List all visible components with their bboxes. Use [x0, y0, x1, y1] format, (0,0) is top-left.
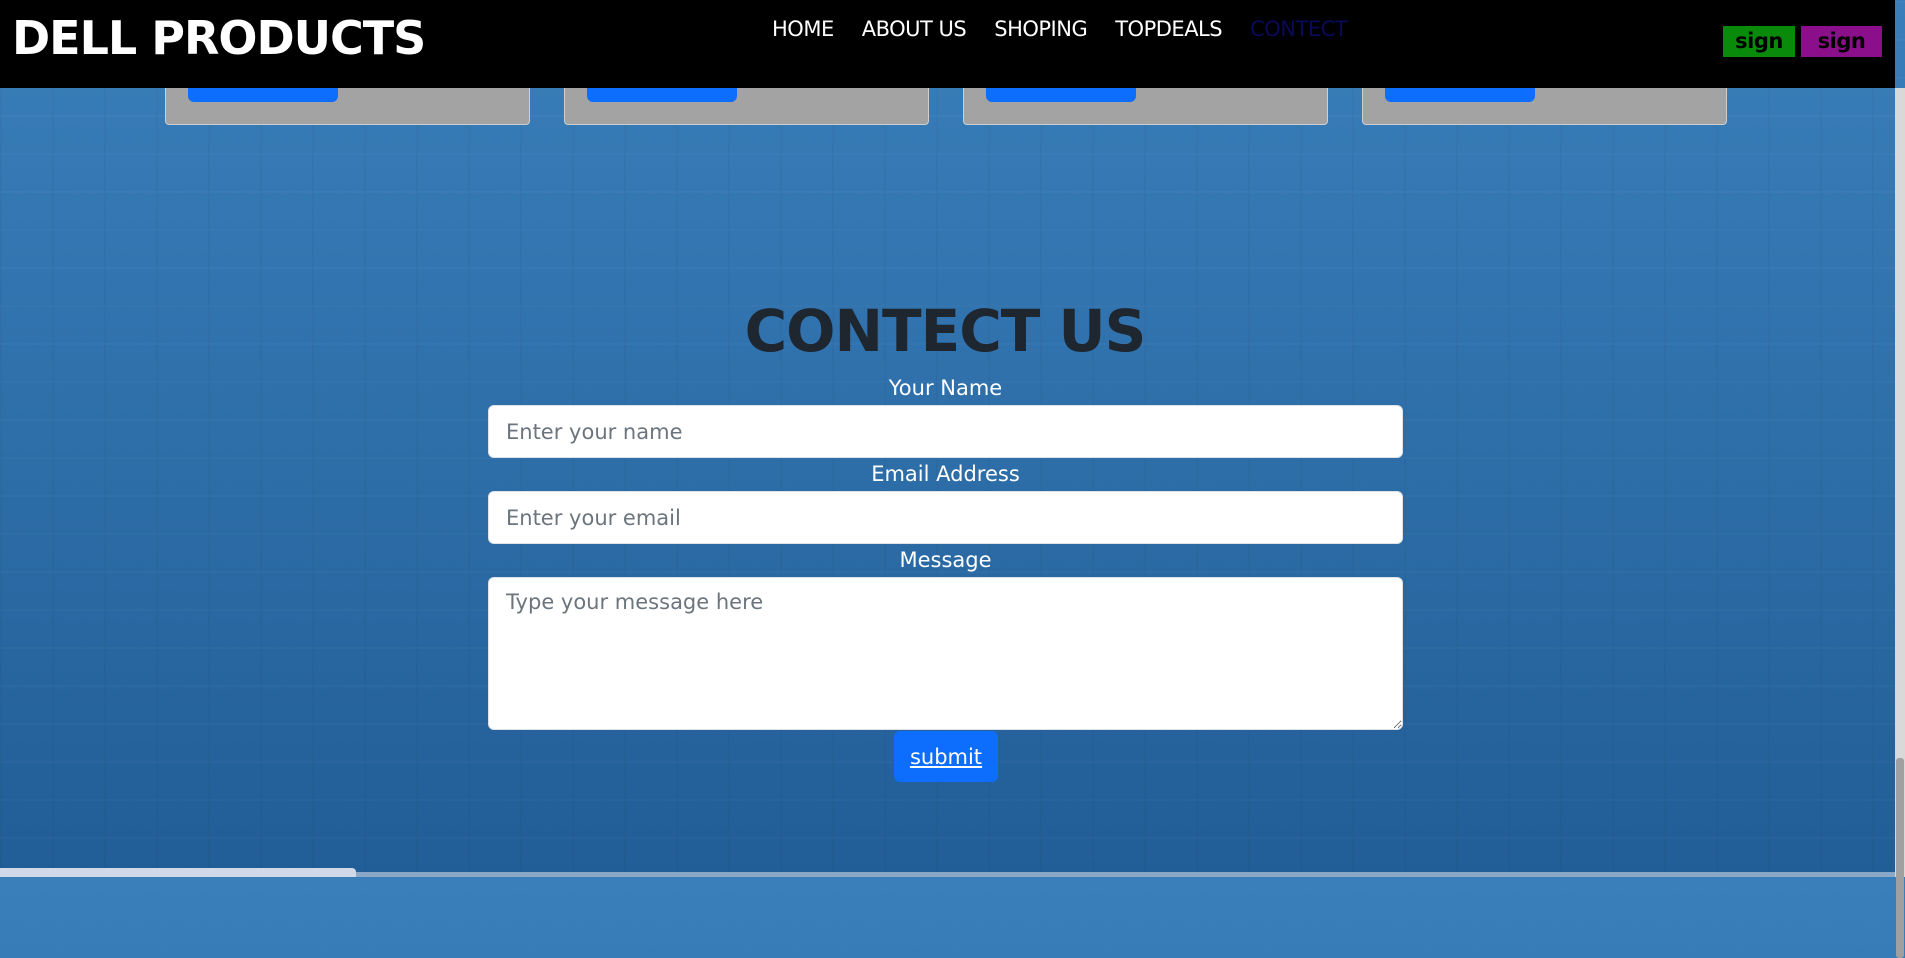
page-scrollbar[interactable] [1895, 88, 1905, 958]
submit-button[interactable]: submit [894, 731, 998, 782]
top-navbar: DELL PRODUCTS HOME ABOUT US SHOPING TOPD… [0, 0, 1895, 88]
message-textarea[interactable] [488, 577, 1403, 730]
nav-links: HOME ABOUT US SHOPING TOPDEALS CONTECT [772, 14, 1375, 44]
nav-link-contect[interactable]: CONTECT [1250, 14, 1348, 44]
nav-link-home[interactable]: HOME [772, 14, 834, 44]
name-input[interactable] [488, 405, 1403, 458]
nav-link-topdeals[interactable]: TOPDEALS [1115, 14, 1222, 44]
auth-buttons: sign In sign Up [1723, 26, 1882, 84]
nav-link-shoping[interactable]: SHOPING [994, 14, 1088, 44]
scrollbar-thumb[interactable] [1896, 758, 1904, 958]
sign-in-button[interactable]: sign In [1723, 26, 1795, 84]
sign-up-button[interactable]: sign Up [1801, 26, 1882, 84]
status-bar [0, 868, 356, 877]
nav-link-about-us[interactable]: ABOUT US [862, 14, 967, 44]
contact-title: CONTECT US [744, 297, 1147, 365]
email-input[interactable] [488, 491, 1403, 544]
product-card-button[interactable] [1385, 88, 1535, 102]
brand-logo[interactable]: DELL PRODUCTS [12, 10, 426, 66]
product-card-button[interactable] [587, 88, 737, 102]
message-label: Message [899, 548, 992, 572]
product-card-button[interactable] [188, 88, 338, 102]
product-card-button[interactable] [986, 88, 1136, 102]
name-label: Your Name [888, 376, 1003, 400]
email-label: Email Address [871, 462, 1020, 486]
